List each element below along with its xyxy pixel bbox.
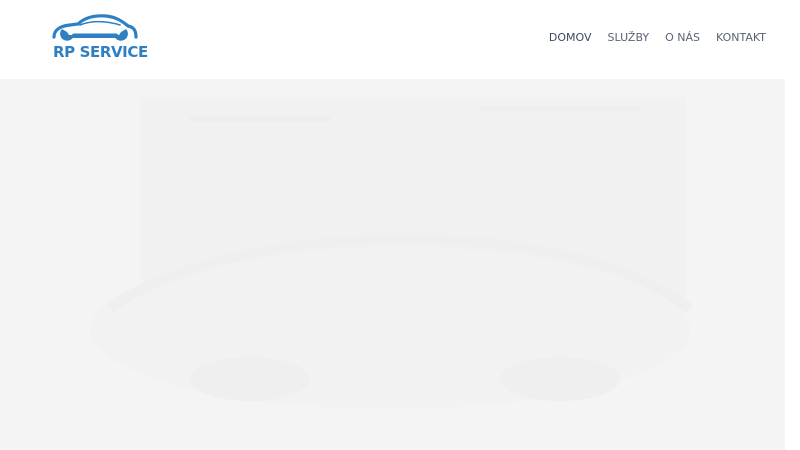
nav-item-sluzby[interactable]: SLUŽBY — [608, 31, 650, 44]
nav-item-domov[interactable]: DOMOV — [549, 31, 592, 44]
nav-item-o-nas[interactable]: O NÁS — [665, 31, 700, 44]
page: RP SERVICE DOMOV SLUŽBY O NÁS KONTAKT — [0, 0, 800, 450]
page-scrollbar[interactable] — [785, 0, 800, 450]
hero-background-image — [0, 79, 785, 450]
logo-link[interactable]: RP SERVICE — [50, 12, 148, 64]
car-wrench-logo-icon — [52, 14, 138, 41]
nav-item-kontakt[interactable]: KONTAKT — [716, 31, 766, 44]
hero-section — [0, 79, 785, 450]
main-nav: DOMOV SLUŽBY O NÁS KONTAKT — [549, 31, 766, 44]
site-header: RP SERVICE DOMOV SLUŽBY O NÁS KONTAKT — [0, 0, 785, 79]
brand-name: RP SERVICE — [53, 43, 148, 61]
